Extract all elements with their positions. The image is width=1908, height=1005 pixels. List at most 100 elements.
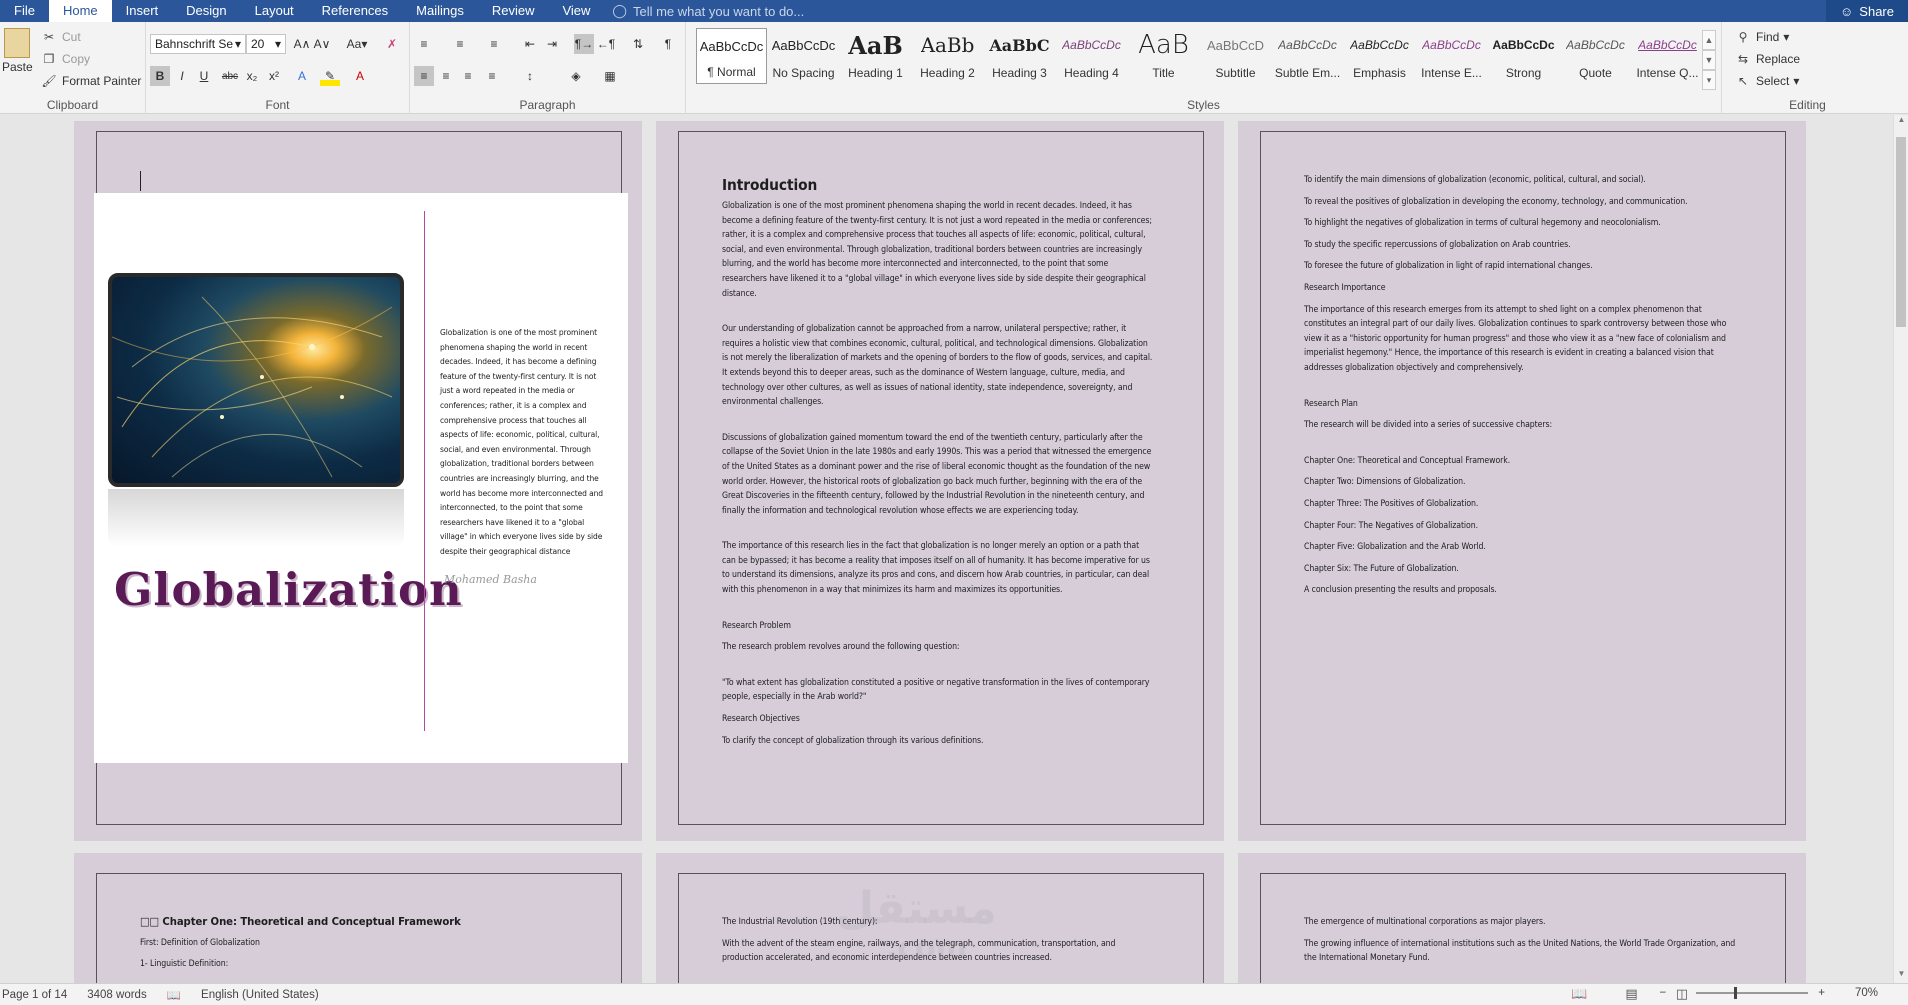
- style-no-spacing[interactable]: AaBbCcDc No Spacing: [768, 28, 839, 84]
- tab-home[interactable]: Home: [48, 0, 112, 22]
- sort-icon[interactable]: ⇅: [628, 34, 648, 54]
- line-spacing-icon[interactable]: ↕: [520, 66, 540, 86]
- language-indicator[interactable]: English (United States): [201, 989, 339, 1001]
- page-3[interactable]: To identify the main dimensions of globa…: [1238, 121, 1806, 841]
- style-quote[interactable]: AaBbCcDc Quote: [1560, 28, 1631, 84]
- text-effects-icon[interactable]: A: [292, 66, 312, 86]
- print-layout-icon[interactable]: ▤: [1625, 986, 1657, 1002]
- tab-view[interactable]: View: [548, 0, 604, 22]
- document-canvas[interactable]: Globalization Globalization is one of th…: [0, 115, 1893, 983]
- page-4[interactable]: □□ Chapter One: Theoretical and Conceptu…: [74, 853, 642, 983]
- page-5[interactable]: The Industrial Revolution (19th century)…: [656, 853, 1224, 983]
- share-button[interactable]: ☺ Share: [1826, 0, 1908, 22]
- style-heading-4[interactable]: AaBbCcDc Heading 4: [1056, 28, 1127, 84]
- multilevel-list-icon[interactable]: ≡: [484, 34, 504, 54]
- grow-font-icon[interactable]: A∧: [292, 34, 312, 54]
- style-preview: AaBbC: [989, 35, 1050, 55]
- page-6[interactable]: The emergence of multinational corporati…: [1238, 853, 1806, 983]
- borders-icon[interactable]: ▦: [600, 66, 620, 86]
- tab-mailings[interactable]: Mailings: [402, 0, 478, 22]
- scroll-up-icon[interactable]: ▲: [1894, 115, 1908, 129]
- numbering-icon[interactable]: ≡: [450, 34, 470, 54]
- align-left-icon[interactable]: ≡: [414, 66, 434, 86]
- underline-icon[interactable]: U: [194, 66, 214, 86]
- tab-review[interactable]: Review: [478, 0, 549, 22]
- tab-file[interactable]: File: [0, 0, 49, 22]
- italic-icon[interactable]: I: [172, 66, 192, 86]
- highlight-icon[interactable]: ✎: [320, 66, 340, 86]
- paste-button[interactable]: Paste: [2, 28, 33, 74]
- superscript-icon[interactable]: x²: [264, 66, 284, 86]
- style-intense-quote[interactable]: AaBbCcDc Intense Q...: [1632, 28, 1703, 84]
- font-size-box[interactable]: 20 ▾: [246, 34, 286, 54]
- chevron-down-icon[interactable]: ▼: [1702, 50, 1716, 70]
- cut-label: Cut: [62, 30, 81, 44]
- tab-references[interactable]: References: [308, 0, 402, 22]
- style-heading-3[interactable]: AaBbC Heading 3: [984, 28, 1055, 84]
- style-name: Title: [1152, 66, 1175, 80]
- select-button[interactable]: ↖ Select ▾: [1734, 72, 1799, 90]
- shrink-font-icon[interactable]: A∨: [312, 34, 332, 54]
- style-name: Heading 3: [992, 66, 1047, 80]
- zoom-level[interactable]: 70%: [1855, 987, 1898, 999]
- align-right-icon[interactable]: ≡: [458, 66, 478, 86]
- rtl-direction-icon[interactable]: ←¶: [596, 34, 616, 54]
- style-title[interactable]: AaB Title: [1128, 28, 1199, 84]
- bullets-icon[interactable]: ≡: [414, 34, 434, 54]
- replace-button[interactable]: ⇆ Replace: [1734, 50, 1800, 68]
- paragraph: Our understanding of globalization canno…: [722, 324, 1153, 408]
- style-heading-1[interactable]: AaB Heading 1: [840, 28, 911, 84]
- cut-button[interactable]: ✂ Cut: [40, 28, 81, 46]
- page-2[interactable]: Introduction Globalization is one of the…: [656, 121, 1224, 841]
- objective-item: To study the specific repercussions of g…: [1304, 239, 1571, 250]
- align-center-icon[interactable]: ≡: [436, 66, 456, 86]
- style-emphasis[interactable]: AaBbCcDc Emphasis: [1344, 28, 1415, 84]
- subscript-icon[interactable]: x₂: [242, 66, 262, 86]
- find-button[interactable]: ⚲ Find ▾: [1734, 28, 1790, 46]
- style-normal[interactable]: AaBbCcDc ¶ Normal: [696, 28, 767, 84]
- page-count[interactable]: Page 1 of 14: [0, 989, 87, 1001]
- copy-button[interactable]: ❐ Copy: [40, 50, 90, 68]
- shading-icon[interactable]: ◈: [566, 66, 586, 86]
- zoom-in-icon[interactable]: +: [1818, 987, 1845, 999]
- show-formatting-icon[interactable]: ¶: [658, 34, 678, 54]
- zoom-out-icon[interactable]: −: [1660, 987, 1687, 999]
- style-subtle-emphasis[interactable]: AaBbCcDc Subtle Em...: [1272, 28, 1343, 84]
- change-case-button[interactable]: Aa ▾: [342, 34, 372, 54]
- bold-icon[interactable]: B: [150, 66, 170, 86]
- increase-indent-icon[interactable]: ⇥: [542, 34, 562, 54]
- paragraph: To clarify the concept of globalization …: [722, 735, 984, 746]
- scrollbar-thumb[interactable]: [1896, 137, 1906, 327]
- word-count[interactable]: 3408 words: [87, 989, 166, 1001]
- style-heading-2[interactable]: AaBb Heading 2: [912, 28, 983, 84]
- justify-icon[interactable]: ≡: [482, 66, 502, 86]
- decrease-indent-icon[interactable]: ⇤: [520, 34, 540, 54]
- proofing-icon[interactable]: 📖: [167, 988, 201, 1002]
- tab-layout[interactable]: Layout: [241, 0, 308, 22]
- scroll-down-icon[interactable]: ▼: [1894, 969, 1908, 983]
- paragraph: Globalization is one of the most promine…: [722, 201, 1152, 299]
- cover-text: Globalization is one of the most promine…: [440, 327, 603, 556]
- style-strong[interactable]: AaBbCcDc Strong: [1488, 28, 1559, 84]
- strikethrough-icon[interactable]: abc: [220, 66, 240, 86]
- clear-formatting-icon[interactable]: ✗: [382, 34, 402, 54]
- vertical-scrollbar[interactable]: ▲ ▼: [1893, 115, 1908, 983]
- tab-insert[interactable]: Insert: [112, 0, 173, 22]
- more-styles-icon[interactable]: ▾: [1702, 70, 1716, 90]
- style-subtitle[interactable]: AaBbCcD Subtitle: [1200, 28, 1271, 84]
- tab-design[interactable]: Design: [172, 0, 240, 22]
- font-name-box[interactable]: Bahnschrift Se ▾: [150, 34, 246, 54]
- style-intense-emphasis[interactable]: AaBbCcDc Intense E...: [1416, 28, 1487, 84]
- zoom-control: − + 70%: [1660, 987, 1898, 999]
- read-mode-icon[interactable]: 📖: [1571, 986, 1607, 1002]
- font-color-icon[interactable]: A: [350, 66, 370, 86]
- tell-me-box[interactable]: ◯ Tell me what you want to do...: [612, 3, 804, 19]
- page-1[interactable]: Globalization Globalization is one of th…: [74, 121, 642, 841]
- ltr-direction-icon[interactable]: ¶→: [574, 34, 594, 54]
- style-preview: AaBb: [920, 33, 975, 57]
- zoom-slider[interactable]: [1696, 987, 1809, 999]
- chevron-up-icon[interactable]: ▲: [1702, 30, 1716, 50]
- format-painter-button[interactable]: 🖌 Format Painter: [40, 72, 141, 90]
- styles-scroll[interactable]: ▲ ▼ ▾: [1702, 30, 1716, 90]
- zoom-slider-knob[interactable]: [1734, 987, 1738, 999]
